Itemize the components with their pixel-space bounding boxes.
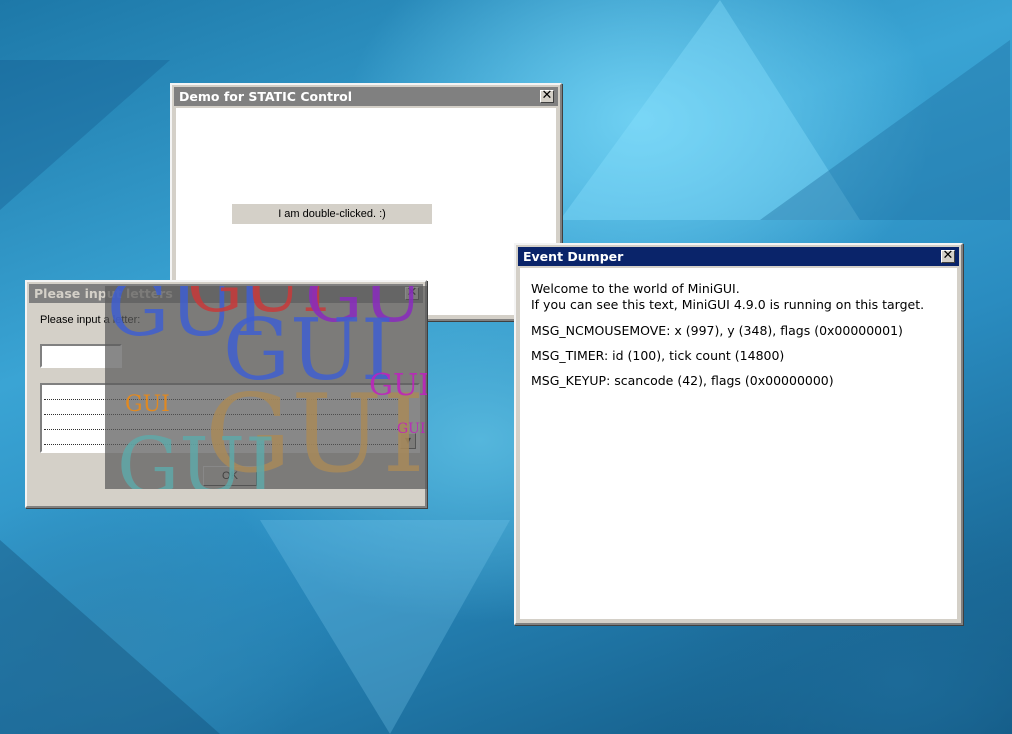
close-icon[interactable]: ✕ <box>540 89 554 103</box>
event-line-keyup: MSG_KEYUP: scancode (42), flags (0x00000… <box>531 373 834 388</box>
welcome-line: Welcome to the world of MiniGUI. <box>531 281 740 296</box>
wallpaper-facet <box>760 40 1010 220</box>
event-line-ncmousemove: MSG_NCMOUSEMOVE: x (997), y (348), flags… <box>531 323 903 338</box>
gui-text-orange: GUI <box>125 392 170 417</box>
wallpaper-facet <box>0 60 170 210</box>
double-click-static-label[interactable]: I am double-clicked. :) <box>232 204 432 224</box>
gui-text-magenta: GUI <box>369 368 427 403</box>
wallpaper-facet <box>560 0 860 220</box>
gui-text-magenta-small: GUI <box>397 421 426 437</box>
wallpaper-facet <box>260 520 510 734</box>
event-dumper-titlebar[interactable]: Event Dumper ✕ <box>518 247 959 266</box>
wallpaper-facet <box>0 540 220 734</box>
static-demo-titlebar[interactable]: Demo for STATIC Control ✕ <box>174 87 558 106</box>
event-line-timer: MSG_TIMER: id (100), tick count (14800) <box>531 348 785 363</box>
static-demo-title: Demo for STATIC Control <box>179 89 352 104</box>
gui-text-teal: GUI <box>117 422 276 489</box>
version-line: If you can see this text, MiniGUI 4.9.0 … <box>531 297 925 312</box>
event-dumper-client-area: Welcome to the world of MiniGUI. If you … <box>520 268 957 619</box>
event-dumper-title: Event Dumper <box>523 249 624 264</box>
gui-text-overlay: GUI GUI GUI GUI GUI GUI GUI GUI GUI <box>105 286 427 489</box>
event-dumper-window[interactable]: Event Dumper ✕ Welcome to the world of M… <box>514 243 963 625</box>
close-icon[interactable]: ✕ <box>941 249 955 263</box>
